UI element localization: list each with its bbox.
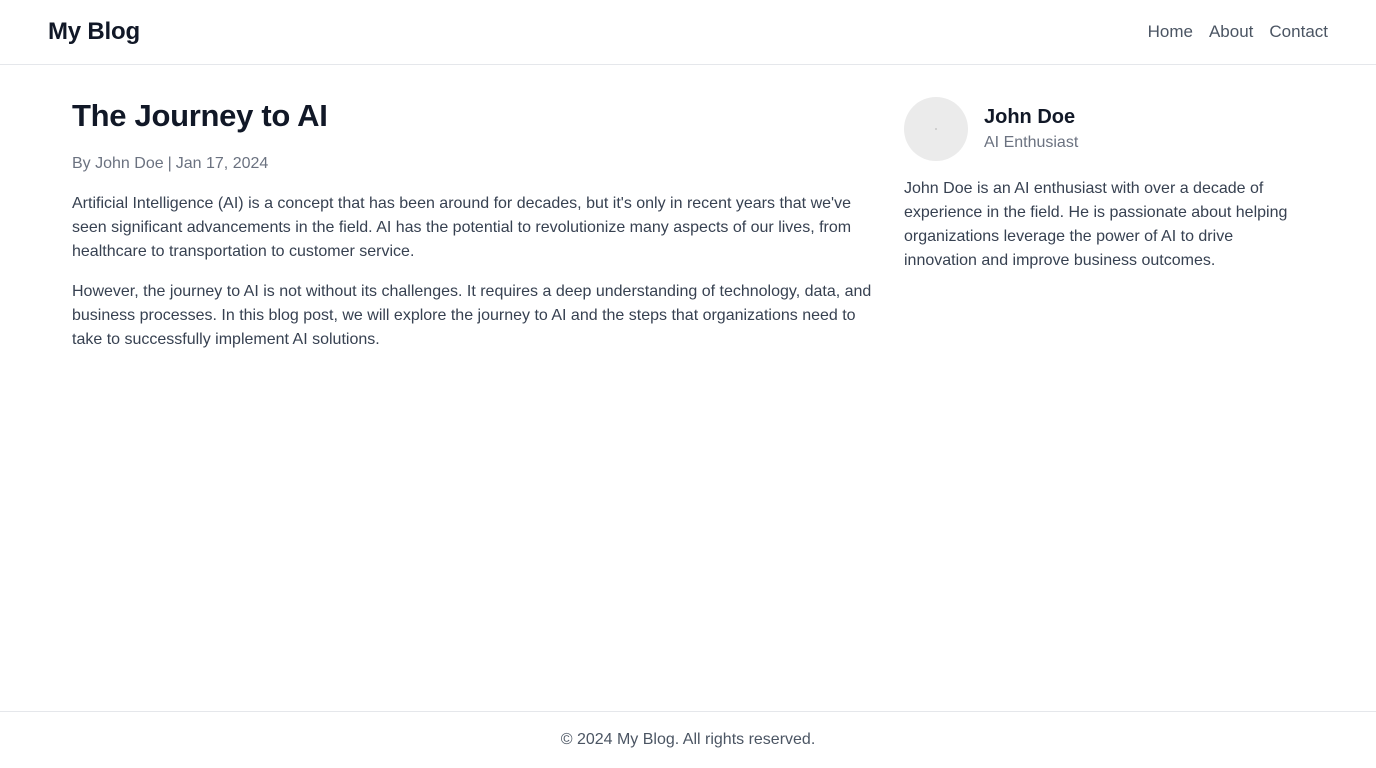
blog-post: The Journey to AI By John Doe | Jan 17, … — [72, 97, 872, 352]
nav-link-home[interactable]: Home — [1148, 22, 1193, 42]
avatar — [904, 97, 968, 161]
post-meta-separator: | — [167, 155, 172, 172]
post-paragraph: Artificial Intelligence (AI) is a concep… — [72, 195, 852, 260]
author-info: John Doe AI Enthusiast — [984, 104, 1078, 155]
nav-link-about[interactable]: About — [1209, 22, 1253, 42]
nav-link-contact[interactable]: Contact — [1269, 22, 1328, 42]
author-role: AI Enthusiast — [984, 133, 1079, 151]
post-meta: By John Doe | Jan 17, 2024 — [72, 152, 872, 176]
site-title[interactable]: My Blog — [48, 18, 140, 46]
page: My Blog Home About Contact The Journey t… — [0, 0, 1376, 768]
author-card: John Doe AI Enthusiast John Doe is an AI… — [904, 97, 1304, 352]
post-byline: By John Doe — [72, 155, 164, 172]
post-title: The Journey to AI — [72, 98, 328, 133]
author-bio: John Doe is an AI enthusiast with over a… — [904, 180, 1288, 269]
main-content: The Journey to AI By John Doe | Jan 17, … — [72, 97, 1304, 352]
avatar-placeholder-icon — [935, 128, 937, 130]
author-header: John Doe AI Enthusiast — [904, 97, 1304, 161]
author-name: John Doe — [984, 105, 1076, 128]
site-footer: © 2024 My Blog. All rights reserved. — [0, 711, 1376, 768]
site-header: My Blog Home About Contact — [0, 0, 1376, 65]
post-body: Artificial Intelligence (AI) is a concep… — [72, 192, 872, 352]
footer-copyright: © 2024 My Blog. All rights reserved. — [560, 731, 816, 748]
post-date: Jan 17, 2024 — [175, 155, 269, 172]
main-nav: Home About Contact — [1148, 22, 1328, 42]
post-paragraph: However, the journey to AI is not withou… — [72, 283, 872, 348]
